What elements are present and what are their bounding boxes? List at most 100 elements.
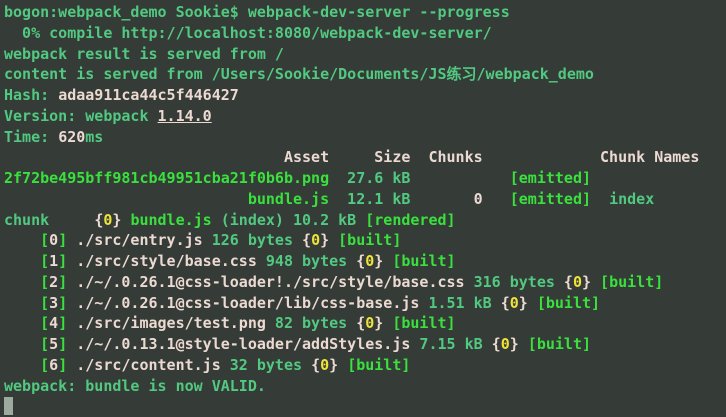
text-segment: { [492, 335, 501, 353]
text-segment: } [519, 294, 528, 312]
text-segment: ] [58, 314, 67, 332]
text-segment: webpack: bundle is now VALID. [4, 377, 266, 395]
terminal-line: [4] ./src/images/test.png 82 bytes {0} [… [4, 313, 726, 334]
text-segment [67, 356, 76, 374]
terminal-line: Hash: adaa911ca44c5f446427 [4, 85, 726, 106]
text-segment: 0 [320, 356, 329, 374]
text-segment: [rendered] [365, 211, 455, 229]
text-segment: { [311, 356, 320, 374]
text-segment: [ [40, 231, 49, 249]
terminal-line: webpack: bundle is now VALID. [4, 376, 726, 397]
text-segment: [ [40, 335, 49, 353]
text-segment [383, 252, 392, 270]
text-segment: ./~/.0.26.1@css-loader/lib/css-base.js [76, 294, 419, 312]
terminal-screen[interactable]: bogon:webpack_demo Sookie$ webpack-dev-s… [0, 0, 726, 417]
text-segment: ] [58, 335, 67, 353]
terminal-cursor [4, 397, 13, 415]
text-segment [4, 335, 40, 353]
text-segment: adaa911ca44c5f446427 [58, 86, 239, 104]
text-segment: ] [58, 294, 67, 312]
text-segment: { [302, 231, 311, 249]
text-segment: [ [40, 273, 49, 291]
text-segment: ./~/.0.13.1@style-loader/addStyles.js [76, 335, 410, 353]
text-segment: bundle.js [130, 211, 211, 229]
terminal-line: webpack result is served from / [4, 44, 726, 65]
text-segment: 27.6 kB [329, 169, 510, 187]
text-segment [4, 231, 40, 249]
text-segment: Time: [4, 128, 58, 146]
text-segment: { [356, 252, 365, 270]
text-segment: [built] [392, 314, 455, 332]
text-segment: 0 [49, 231, 58, 249]
text-segment [383, 314, 392, 332]
terminal-line: 2f72be495bff981cb49951cba21f0b6b.png 27.… [4, 168, 726, 189]
terminal-line: chunk {0} bundle.js (index) 10.2 kB [ren… [4, 210, 726, 231]
text-segment: ] [58, 273, 67, 291]
terminal-line: bundle.js 12.1 kB 0 [emitted] index [4, 189, 726, 210]
text-segment: ./src/entry.js [76, 231, 202, 249]
terminal-line: content is served from /Users/Sookie/Doc… [4, 64, 726, 85]
text-segment: ./~/.0.26.1@css-loader!./src/style/base.… [76, 273, 464, 291]
text-segment: } [374, 314, 383, 332]
text-segment: { [94, 211, 103, 229]
text-segment [4, 294, 40, 312]
text-segment: [built] [537, 294, 600, 312]
text-segment: 2 [49, 273, 58, 291]
text-segment: ./src/content.js [76, 356, 221, 374]
text-segment: 126 bytes [203, 231, 302, 249]
text-segment [519, 335, 528, 353]
text-segment: 3 [49, 294, 58, 312]
text-segment: 620 [58, 128, 85, 146]
text-segment: 0 [365, 252, 374, 270]
text-segment [4, 314, 40, 332]
text-segment: bogon:webpack_demo Sookie$ webpack-dev-s… [4, 3, 510, 21]
text-segment: 4 [49, 314, 58, 332]
text-segment: [emitted] [510, 190, 591, 208]
text-segment [67, 231, 76, 249]
text-segment: } [582, 273, 591, 291]
terminal-line: Time: 620ms [4, 127, 726, 148]
text-segment: { [501, 294, 510, 312]
terminal-line: [6] ./src/content.js 32 bytes {0} [built… [4, 355, 726, 376]
text-segment: 0 [510, 294, 519, 312]
text-segment: ./src/images/test.png [76, 314, 266, 332]
text-segment: 32 bytes [221, 356, 311, 374]
text-segment: [emitted] [510, 169, 591, 187]
text-segment: 0 [474, 190, 483, 208]
text-segment [4, 190, 248, 208]
text-segment: [built] [600, 273, 663, 291]
text-segment: [built] [392, 252, 455, 270]
text-segment: [built] [528, 335, 591, 353]
text-segment: 948 bytes [257, 252, 356, 270]
text-segment: 1.51 kB [419, 294, 500, 312]
text-segment: ] [58, 252, 67, 270]
text-segment: { [356, 314, 365, 332]
text-segment: 1 [49, 252, 58, 270]
text-segment: 0 [501, 335, 510, 353]
text-segment: Asset Size Chunks Chunk Names [4, 148, 699, 166]
text-segment: (index) 10.2 kB [212, 211, 366, 229]
terminal-line: Version: webpack 1.14.0 [4, 106, 726, 127]
text-segment: chunk [4, 211, 94, 229]
text-segment [67, 294, 76, 312]
text-segment: [ [40, 294, 49, 312]
text-segment: ] [58, 231, 67, 249]
text-segment: { [564, 273, 573, 291]
terminal-line: [5] ./~/.0.13.1@style-loader/addStyles.j… [4, 334, 726, 355]
text-segment [67, 335, 76, 353]
text-segment [4, 252, 40, 270]
text-segment: webpack result is served from / [4, 45, 284, 63]
text-segment [67, 273, 76, 291]
text-segment [4, 273, 40, 291]
text-segment: [built] [347, 356, 410, 374]
text-segment: 0 [365, 314, 374, 332]
text-segment: content is served from /Users/Sookie/Doc… [4, 65, 594, 83]
text-segment: index [591, 190, 654, 208]
terminal-line: [2] ./~/.0.26.1@css-loader!./src/style/b… [4, 272, 726, 293]
text-segment [338, 356, 347, 374]
terminal-line: [3] ./~/.0.26.1@css-loader/lib/css-base.… [4, 293, 726, 314]
terminal-line: bogon:webpack_demo Sookie$ webpack-dev-s… [4, 2, 726, 23]
text-segment: 0% compile http://localhost:8080/webpack… [4, 24, 492, 42]
text-segment: ./src/style/base.css [76, 252, 257, 270]
text-segment [67, 314, 76, 332]
